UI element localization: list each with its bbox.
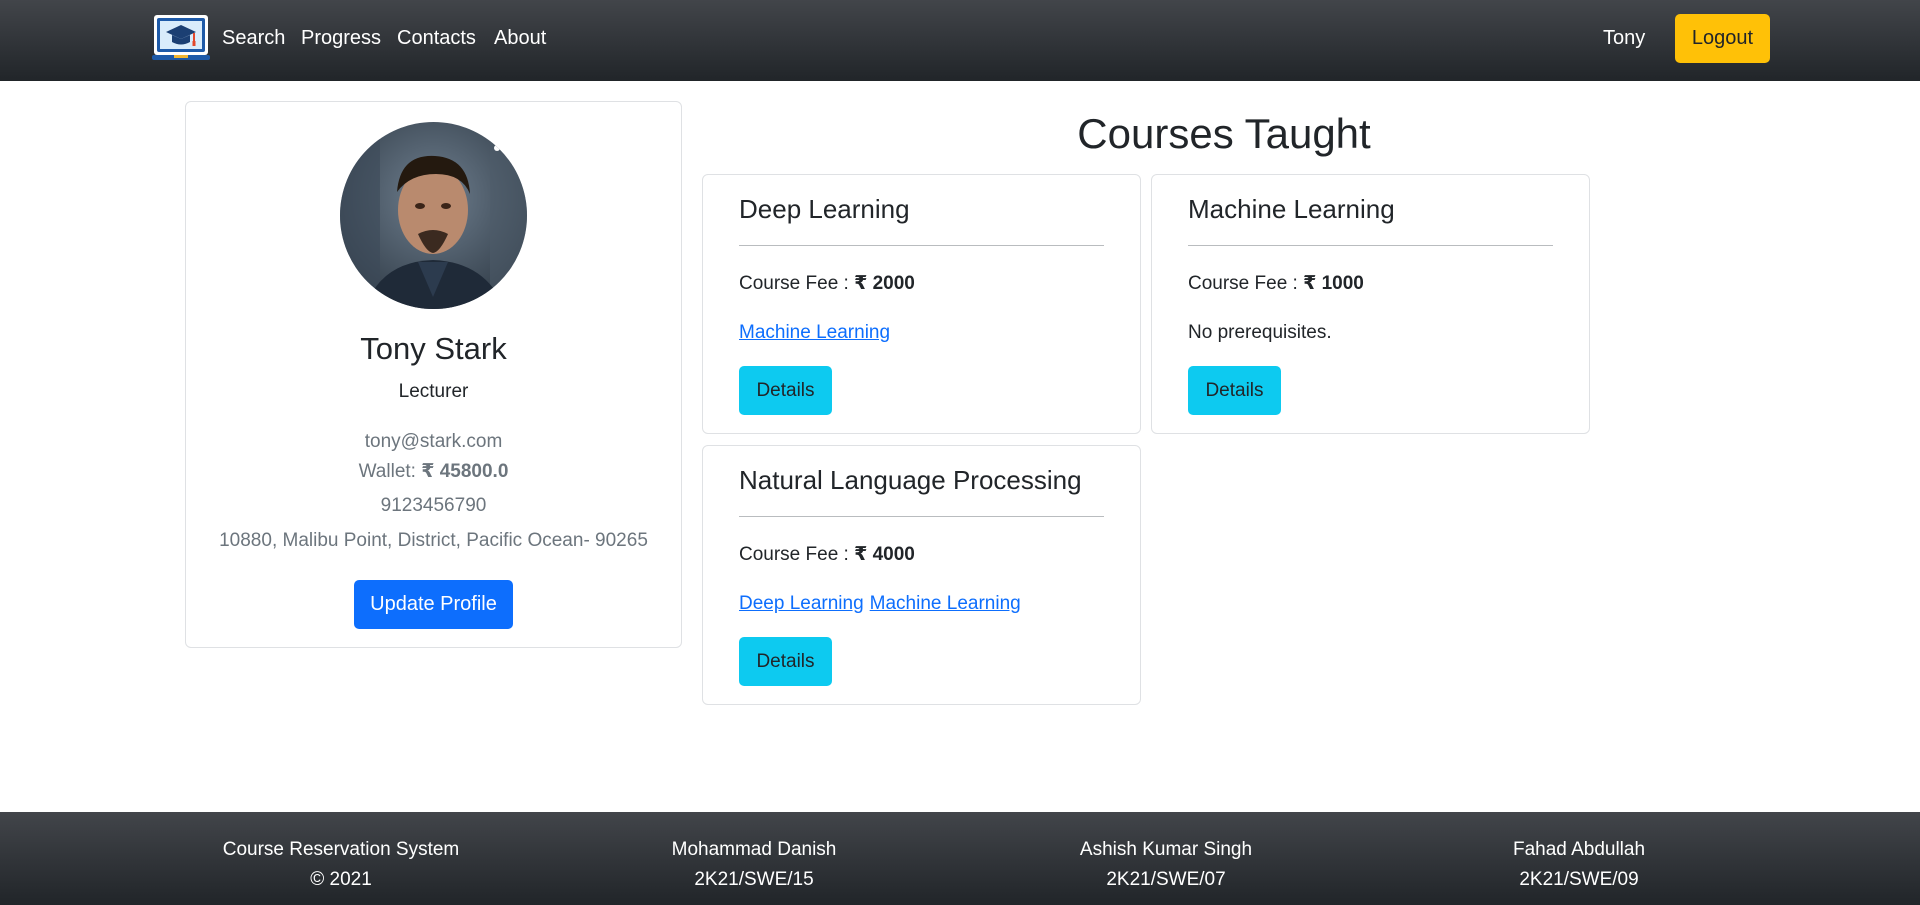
course-card: Machine Learning Course Fee : ₹ 1000 No … (1151, 174, 1590, 434)
footer-column: Ashish Kumar Singh 2K21/SWE/07 (1080, 835, 1252, 895)
wallet-label: Wallet: (358, 461, 422, 482)
footer-title: Ashish Kumar Singh (1079, 839, 1253, 860)
footer-subtitle: © 2021 (310, 869, 372, 890)
profile-card: Tony Stark Lecturer tony@stark.com Walle… (185, 101, 682, 648)
course-name: Natural Language Processing (739, 465, 1082, 495)
footer-title: Course Reservation System (222, 839, 460, 860)
footer: Course Reservation System © 2021 Mohamma… (0, 812, 1920, 905)
divider (739, 245, 1104, 246)
profile-name: Tony Stark (360, 331, 507, 366)
prerequisites: No prerequisites. (1188, 322, 1332, 344)
avatar (340, 122, 527, 309)
course-fee: Course Fee : ₹ 4000 (739, 543, 915, 566)
current-user-name[interactable]: Tony (1603, 27, 1645, 50)
no-prerequisites-text: No prerequisites. (1188, 322, 1332, 343)
footer-title: Mohammad Danish (671, 839, 837, 860)
profile-address: 10880, Malibu Point, District, Pacific O… (219, 530, 648, 551)
footer-subtitle: 2K21/SWE/07 (1106, 869, 1226, 890)
course-card: Deep Learning Course Fee : ₹ 2000 Machin… (702, 174, 1141, 434)
update-profile-button[interactable]: Update Profile (354, 580, 513, 629)
wallet-amount: ₹ 45800.0 (421, 461, 509, 482)
footer-column: Fahad Abdullah 2K21/SWE/09 (1513, 835, 1645, 895)
nav-contacts[interactable]: Contacts (397, 27, 476, 50)
logout-button[interactable]: Logout (1675, 14, 1770, 63)
nav-about[interactable]: About (494, 27, 546, 50)
course-name: Machine Learning (1188, 194, 1395, 224)
prerequisites: Machine Learning (739, 322, 896, 344)
courses-title: Courses Taught (1077, 110, 1371, 157)
prerequisite-link[interactable]: Machine Learning (870, 593, 1021, 614)
course-card: Natural Language Processing Course Fee :… (702, 445, 1141, 705)
footer-subtitle: 2K21/SWE/09 (1519, 869, 1639, 890)
divider (1188, 245, 1553, 246)
nav-progress[interactable]: Progress (301, 27, 381, 50)
course-fee: Course Fee : ₹ 2000 (739, 272, 915, 295)
course-fee-amount: ₹ 2000 (854, 273, 915, 294)
graduation-cap-laptop-icon[interactable] (152, 14, 210, 62)
footer-subtitle: 2K21/SWE/15 (694, 869, 814, 890)
details-button[interactable]: Details (739, 366, 832, 415)
course-fee-amount: ₹ 4000 (854, 544, 915, 565)
prerequisites: Deep Learning Machine Learning (739, 593, 1027, 615)
details-button[interactable]: Details (739, 637, 832, 686)
profile-role: Lecturer (398, 381, 469, 402)
divider (739, 516, 1104, 517)
profile-email: tony@stark.com (364, 431, 503, 452)
profile-wallet: Wallet: ₹ 45800.0 (186, 460, 681, 483)
course-fee-label: Course Fee : (739, 273, 855, 294)
details-button[interactable]: Details (1188, 366, 1281, 415)
footer-title: Fahad Abdullah (1512, 839, 1646, 860)
course-fee: Course Fee : ₹ 1000 (1188, 272, 1364, 295)
course-fee-amount: ₹ 1000 (1303, 273, 1364, 294)
nav-search[interactable]: Search (222, 27, 285, 50)
profile-phone: 9123456790 (380, 495, 487, 516)
prerequisite-link[interactable]: Machine Learning (739, 322, 890, 343)
navbar: Search Progress Contacts About Tony Logo… (0, 0, 1920, 81)
footer-column: Mohammad Danish 2K21/SWE/15 (672, 835, 837, 895)
footer-column: Course Reservation System © 2021 (223, 835, 460, 895)
course-fee-label: Course Fee : (1188, 273, 1304, 294)
prerequisite-link[interactable]: Deep Learning (739, 593, 864, 614)
course-fee-label: Course Fee : (739, 544, 855, 565)
course-name: Deep Learning (739, 194, 910, 224)
